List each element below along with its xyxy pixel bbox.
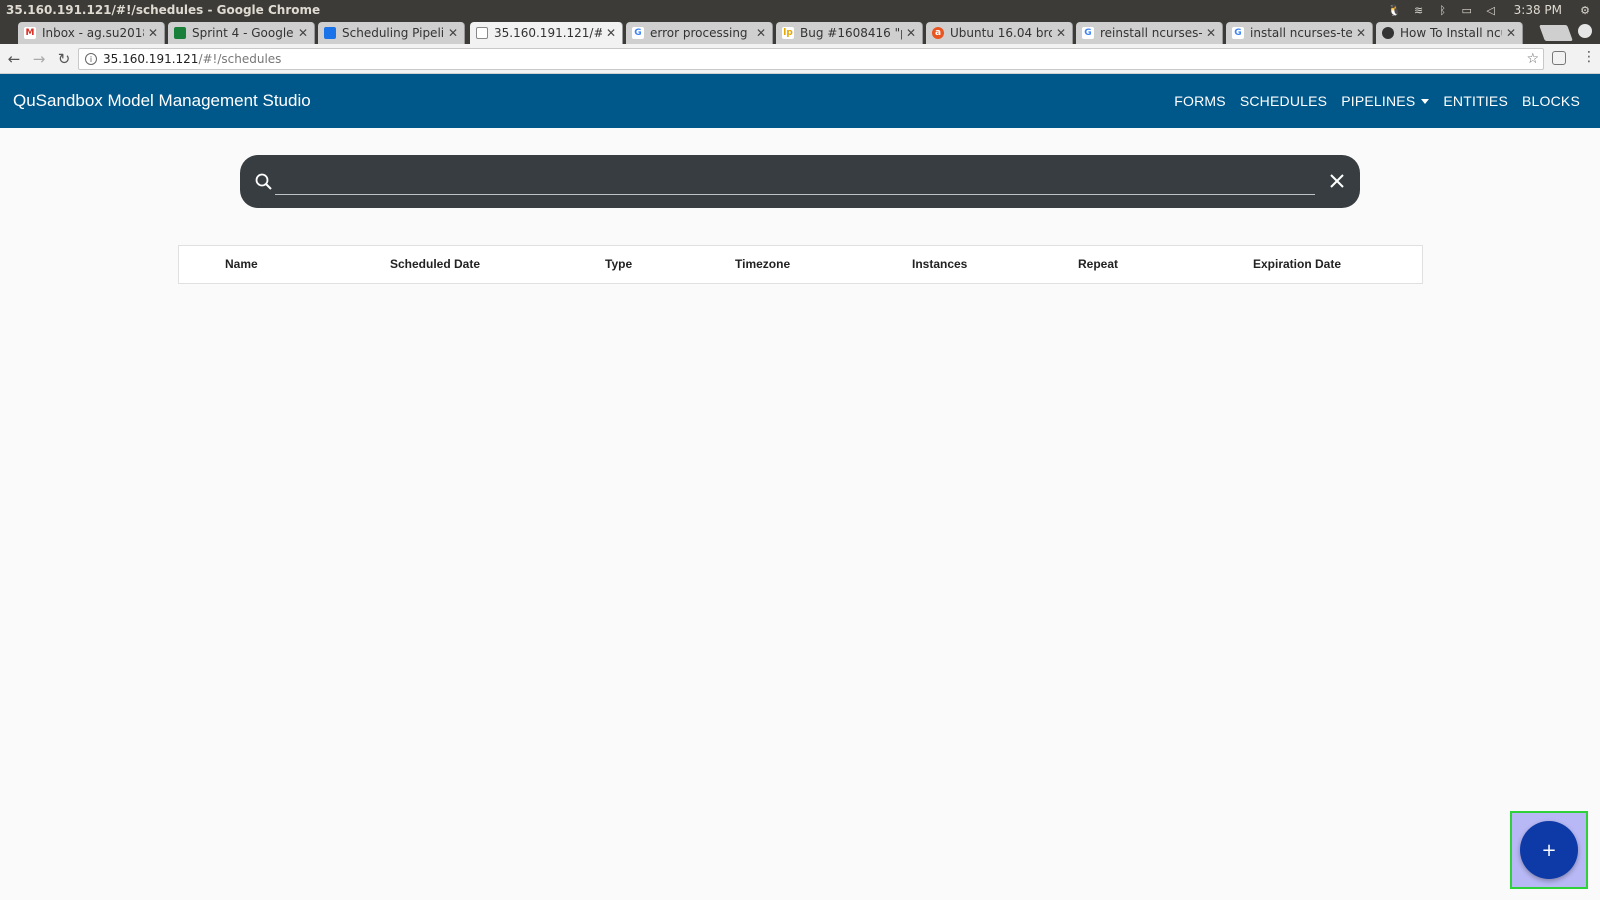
launchpad-icon: lp [782, 27, 794, 39]
close-icon[interactable]: ✕ [1506, 26, 1516, 40]
address-bar[interactable]: i 35.160.191.121/#!/schedules ☆ [78, 48, 1544, 70]
nav-schedules[interactable]: SCHEDULES [1240, 93, 1327, 109]
tab-strip: M Inbox - ag.su2018 ✕ Sprint 4 - Google … [0, 20, 1600, 44]
column-header-scheduled-date[interactable]: Scheduled Date [390, 246, 480, 283]
browser-tab[interactable]: Sprint 4 - Google S ✕ [168, 22, 315, 44]
browser-tab[interactable]: G install ncurses-ter ✕ [1226, 22, 1373, 44]
tab-label: Inbox - ag.su2018 [42, 26, 144, 40]
browser-tab[interactable]: a Ubuntu 16.04 brol ✕ [926, 22, 1073, 44]
app-header: QuSandbox Model Management Studio FORMS … [0, 74, 1600, 128]
new-tab-button[interactable] [1539, 25, 1573, 41]
site-icon [1382, 27, 1394, 39]
close-icon[interactable]: ✕ [148, 26, 158, 40]
close-icon[interactable] [1328, 172, 1346, 190]
nav-pipelines-dropdown[interactable]: PIPELINES [1341, 93, 1430, 109]
search-input[interactable] [275, 167, 1315, 195]
settings-gear-icon[interactable]: ⚙ [1578, 3, 1592, 17]
tab-label: Scheduling Pipelin [342, 26, 444, 40]
close-icon[interactable]: ✕ [298, 26, 308, 40]
close-icon[interactable]: ✕ [1206, 26, 1216, 40]
close-icon[interactable]: ✕ [906, 26, 916, 40]
browser-tab[interactable]: G reinstall ncurses-l ✕ [1076, 22, 1223, 44]
close-icon[interactable]: ✕ [448, 26, 458, 40]
tab-label: Ubuntu 16.04 brol [950, 26, 1052, 40]
system-tray: 🐧 ≋ ᛒ ▭ ◁ 3:38 PM ⚙ [1388, 0, 1600, 20]
url-host: 35.160.191.121 [103, 52, 199, 66]
nav-pipelines-label: PIPELINES [1341, 93, 1416, 109]
wifi-icon[interactable]: ≋ [1412, 3, 1426, 17]
browser-tab[interactable]: G error processing p ✕ [626, 22, 773, 44]
column-header-name[interactable]: Name [225, 246, 258, 283]
column-header-type[interactable]: Type [605, 246, 632, 283]
gmail-icon: M [24, 27, 36, 39]
nav-blocks[interactable]: BLOCKS [1522, 93, 1580, 109]
battery-icon[interactable]: ▭ [1460, 3, 1474, 17]
page-icon [476, 27, 488, 39]
info-icon[interactable]: i [85, 53, 97, 65]
tab-label: Sprint 4 - Google S [192, 26, 294, 40]
sheets-icon [174, 27, 186, 39]
browser-tab-active[interactable]: 35.160.191.121/#!/ ✕ [470, 22, 623, 44]
back-icon[interactable]: ← [3, 48, 25, 70]
browser-toolbar: ← → ↻ i 35.160.191.121/#!/schedules ☆ [0, 44, 1600, 74]
tab-label: How To Install ncu [1400, 26, 1502, 40]
extension-icon[interactable] [1552, 51, 1566, 65]
fab-highlight: + [1510, 811, 1588, 889]
profile-icon[interactable] [1578, 24, 1592, 38]
clock[interactable]: 3:38 PM [1514, 3, 1562, 17]
google-icon: G [632, 27, 644, 39]
column-header-instances[interactable]: Instances [912, 246, 967, 283]
volume-muted-icon[interactable]: ◁ [1484, 3, 1498, 17]
search-bar [240, 155, 1360, 208]
bluetooth-icon[interactable]: ᛒ [1436, 3, 1450, 17]
tab-label: install ncurses-ter [1250, 26, 1352, 40]
tab-label: Bug #1608416 "pa [800, 26, 902, 40]
tab-label: reinstall ncurses-l [1100, 26, 1202, 40]
reload-icon[interactable]: ↻ [53, 48, 75, 70]
search-icon [255, 173, 272, 190]
docs-icon [324, 27, 336, 39]
column-header-repeat[interactable]: Repeat [1078, 246, 1118, 283]
linux-tux-icon[interactable]: 🐧 [1388, 3, 1402, 17]
google-icon: G [1082, 27, 1094, 39]
caret-down-icon [1421, 98, 1430, 104]
close-icon[interactable]: ✕ [1356, 26, 1366, 40]
os-title-bar: 35.160.191.121/#!/schedules - Google Chr… [0, 0, 1600, 20]
chrome-menu-icon[interactable]: ⋮ [1582, 49, 1596, 65]
url-path: /#!/schedules [198, 52, 282, 66]
column-header-timezone[interactable]: Timezone [735, 246, 790, 283]
close-icon[interactable]: ✕ [606, 26, 616, 40]
browser-tab[interactable]: lp Bug #1608416 "pa ✕ [776, 22, 923, 44]
browser-tab[interactable]: M Inbox - ag.su2018 ✕ [18, 22, 165, 44]
nav-entities[interactable]: ENTITIES [1443, 93, 1508, 109]
tab-label: error processing p [650, 26, 752, 40]
askubuntu-icon: a [932, 27, 944, 39]
google-icon: G [1232, 27, 1244, 39]
window-title: 35.160.191.121/#!/schedules - Google Chr… [6, 3, 321, 17]
add-schedule-button[interactable]: + [1520, 821, 1578, 879]
browser-tab[interactable]: How To Install ncu ✕ [1376, 22, 1523, 44]
main-nav: FORMS SCHEDULES PIPELINES ENTITIES BLOCK… [1174, 74, 1580, 128]
close-icon[interactable]: ✕ [756, 26, 766, 40]
schedules-table: Name Scheduled Date Type Timezone Instan… [178, 245, 1423, 284]
nav-forms[interactable]: FORMS [1174, 93, 1226, 109]
column-header-expiration-date[interactable]: Expiration Date [1253, 246, 1341, 283]
browser-tab[interactable]: Scheduling Pipelin ✕ [318, 22, 465, 44]
close-icon[interactable]: ✕ [1056, 26, 1066, 40]
app-title[interactable]: QuSandbox Model Management Studio [13, 91, 311, 111]
bookmark-star-icon[interactable]: ☆ [1526, 51, 1539, 67]
tab-label: 35.160.191.121/#!/ [494, 26, 602, 40]
forward-icon[interactable]: → [28, 48, 50, 70]
